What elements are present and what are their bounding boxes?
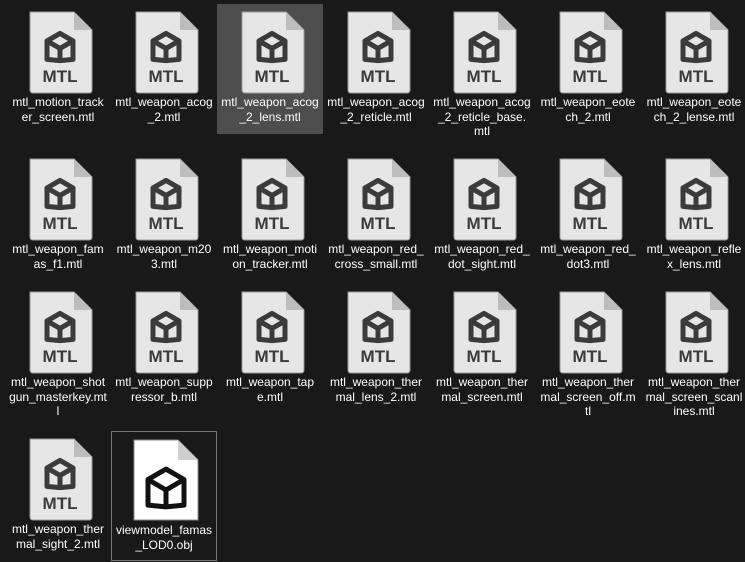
file-name-label: mtl_weapon_motion_tracker.mtl bbox=[222, 242, 318, 271]
file-name-label: viewmodel_famas_LOD0.obj bbox=[115, 523, 213, 552]
file-name-label: mtl_weapon_red_cross_small.mtl bbox=[328, 242, 424, 271]
file-name-label: mtl_weapon_thermal_screen.mtl bbox=[435, 375, 529, 404]
file-name-label: mtl_weapon_m203.mtl bbox=[116, 242, 212, 271]
mtl-file-icon: MTL bbox=[658, 290, 730, 374]
file-item[interactable]: MTL mtl_weapon_shotgun_masterkey.mtl bbox=[5, 284, 111, 427]
mtl-file-icon: MTL bbox=[340, 290, 412, 374]
file-item[interactable]: MTL mtl_weapon_reflex_lens.mtl bbox=[641, 151, 745, 281]
file-item[interactable]: MTL mtl_weapon_m203.mtl bbox=[111, 151, 217, 281]
file-name-label: mtl_weapon_reflex_lens.mtl bbox=[646, 242, 742, 271]
mtl-file-icon: MTL bbox=[446, 290, 518, 374]
mtl-badge-text: MTL bbox=[679, 347, 714, 366]
file-name-label: mtl_weapon_acog_2.mtl bbox=[115, 95, 213, 124]
file-item[interactable]: MTL mtl_weapon_tape.mtl bbox=[217, 284, 323, 427]
file-name-label: mtl_weapon_thermal_screen_scanlines.mtl bbox=[645, 375, 743, 418]
mtl-file-icon: MTL bbox=[234, 157, 306, 241]
mtl-badge-text: MTL bbox=[43, 67, 78, 86]
file-item[interactable]: MTL mtl_weapon_thermal_lens_2.mtl bbox=[323, 284, 429, 427]
file-item[interactable]: MTL mtl_weapon_thermal_screen_scanlines.… bbox=[641, 284, 745, 427]
mtl-file-icon: MTL bbox=[128, 157, 200, 241]
file-item[interactable]: MTL mtl_weapon_red_dot_sight.mtl bbox=[429, 151, 535, 281]
mtl-file-icon: MTL bbox=[128, 290, 200, 374]
mtl-badge-text: MTL bbox=[467, 67, 502, 86]
file-item[interactable]: MTL mtl_weapon_suppressor_b.mtl bbox=[111, 284, 217, 427]
mtl-badge-text: MTL bbox=[255, 214, 290, 233]
file-name-label: mtl_weapon_tape.mtl bbox=[225, 375, 315, 404]
file-name-label: mtl_weapon_eotech_2.mtl bbox=[540, 95, 636, 124]
file-name-label: mtl_weapon_shotgun_masterkey.mtl bbox=[9, 375, 107, 418]
mtl-badge-text: MTL bbox=[149, 67, 184, 86]
mtl-file-icon: MTL bbox=[340, 157, 412, 241]
mtl-badge-text: MTL bbox=[467, 214, 502, 233]
file-item[interactable]: MTL mtl_weapon_eotech_2.mtl bbox=[535, 4, 641, 134]
file-name-label: mtl_motion_tracker_screen.mtl bbox=[12, 95, 104, 124]
file-name-label: mtl_weapon_red_dot3.mtl bbox=[540, 242, 636, 271]
file-name-label: mtl_weapon_acog_2_reticle_base.mtl bbox=[433, 95, 531, 138]
mtl-file-icon: MTL bbox=[552, 290, 624, 374]
mtl-badge-text: MTL bbox=[43, 347, 78, 366]
file-item[interactable]: MTL mtl_motion_tracker_screen.mtl bbox=[5, 4, 111, 134]
mtl-file-icon: MTL bbox=[128, 10, 200, 94]
file-item[interactable]: MTL mtl_weapon_eotech_2_lense.mtl bbox=[641, 4, 745, 134]
mtl-file-icon: MTL bbox=[446, 157, 518, 241]
mtl-file-icon: MTL bbox=[552, 157, 624, 241]
mtl-badge-text: MTL bbox=[255, 67, 290, 86]
mtl-badge-text: MTL bbox=[149, 214, 184, 233]
file-item[interactable]: MTL mtl_weapon_acog_2_reticle.mtl bbox=[323, 4, 429, 134]
mtl-file-icon: MTL bbox=[658, 10, 730, 94]
file-grid: MTL mtl_motion_tracker_screen.mtl MTL mt… bbox=[0, 0, 745, 562]
file-item[interactable]: MTL mtl_weapon_acog_2.mtl bbox=[111, 4, 217, 134]
file-item[interactable]: MTL mtl_weapon_thermal_screen.mtl bbox=[429, 284, 535, 427]
mtl-file-icon: MTL bbox=[22, 157, 94, 241]
file-item[interactable]: viewmodel_famas_LOD0.obj bbox=[111, 431, 217, 561]
file-name-label: mtl_weapon_eotech_2_lense.mtl bbox=[646, 95, 742, 124]
mtl-file-icon: MTL bbox=[446, 10, 518, 94]
obj-file-icon bbox=[128, 438, 200, 522]
file-item[interactable]: MTL mtl_weapon_acog_2_reticle_base.mtl bbox=[429, 4, 535, 138]
file-item[interactable]: MTL mtl_weapon_acog_2_lens.mtl bbox=[217, 4, 323, 134]
mtl-badge-text: MTL bbox=[361, 214, 396, 233]
file-name-label: mtl_weapon_acog_2_reticle.mtl bbox=[327, 95, 425, 124]
file-item[interactable]: MTL mtl_weapon_thermal_sight_2.mtl bbox=[5, 431, 111, 561]
mtl-badge-text: MTL bbox=[43, 494, 78, 513]
file-name-label: mtl_weapon_thermal_sight_2.mtl bbox=[11, 522, 105, 551]
mtl-badge-text: MTL bbox=[467, 347, 502, 366]
mtl-file-icon: MTL bbox=[22, 10, 94, 94]
mtl-badge-text: MTL bbox=[149, 347, 184, 366]
file-item[interactable]: MTL mtl_weapon_famas_f1.mtl bbox=[5, 151, 111, 281]
file-item[interactable]: MTL mtl_weapon_motion_tracker.mtl bbox=[217, 151, 323, 281]
mtl-badge-text: MTL bbox=[43, 214, 78, 233]
mtl-badge-text: MTL bbox=[573, 347, 608, 366]
mtl-file-icon: MTL bbox=[658, 157, 730, 241]
mtl-badge-text: MTL bbox=[573, 214, 608, 233]
mtl-badge-text: MTL bbox=[679, 67, 714, 86]
file-name-label: mtl_weapon_thermal_lens_2.mtl bbox=[329, 375, 423, 404]
file-name-label: mtl_weapon_famas_f1.mtl bbox=[12, 242, 104, 271]
file-name-label: mtl_weapon_thermal_screen_off.mtl bbox=[540, 375, 636, 418]
mtl-file-icon: MTL bbox=[234, 290, 306, 374]
file-name-label: mtl_weapon_suppressor_b.mtl bbox=[115, 375, 213, 404]
mtl-file-icon: MTL bbox=[552, 10, 624, 94]
mtl-badge-text: MTL bbox=[361, 347, 396, 366]
file-item[interactable]: MTL mtl_weapon_red_cross_small.mtl bbox=[323, 151, 429, 281]
mtl-badge-text: MTL bbox=[361, 67, 396, 86]
mtl-badge-text: MTL bbox=[679, 214, 714, 233]
mtl-file-icon: MTL bbox=[22, 290, 94, 374]
file-item[interactable]: MTL mtl_weapon_red_dot3.mtl bbox=[535, 151, 641, 281]
file-name-label: mtl_weapon_red_dot_sight.mtl bbox=[434, 242, 530, 271]
mtl-file-icon: MTL bbox=[234, 10, 306, 94]
mtl-file-icon: MTL bbox=[340, 10, 412, 94]
mtl-file-icon: MTL bbox=[22, 437, 94, 521]
file-item[interactable]: MTL mtl_weapon_thermal_screen_off.mtl bbox=[535, 284, 641, 427]
mtl-badge-text: MTL bbox=[255, 347, 290, 366]
file-name-label: mtl_weapon_acog_2_lens.mtl bbox=[221, 95, 319, 124]
mtl-badge-text: MTL bbox=[573, 67, 608, 86]
